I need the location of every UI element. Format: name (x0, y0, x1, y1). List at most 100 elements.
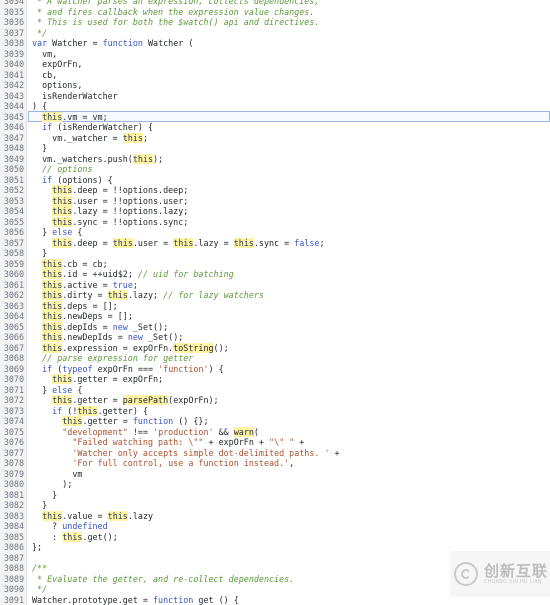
code-line[interactable]: 3040 expOrFn, (0, 59, 550, 70)
code-line[interactable]: 3082 } (0, 500, 550, 511)
code-line[interactable]: 3039 vm, (0, 49, 550, 60)
code-line[interactable]: 3069 if (typeof expOrFn === 'function') … (0, 364, 550, 375)
code-line[interactable]: 3070 this.getter = expOrFn; (0, 374, 550, 385)
code-token: this (62, 416, 82, 426)
code-line[interactable]: 3051 if (options) { (0, 175, 550, 186)
code-line[interactable]: 3046 if (isRenderWatcher) { (0, 122, 550, 133)
code-line[interactable]: 3035 * and fires callback when the expre… (0, 7, 550, 18)
code-line[interactable]: 3080 ); (0, 479, 550, 490)
code-line[interactable]: 3043 isRenderWatcher (0, 91, 550, 102)
code-token: this (108, 290, 128, 300)
code-token: // options (32, 164, 93, 174)
code-line[interactable]: 3076 "Failed watching path: \"" + expOrF… (0, 437, 550, 448)
code-line[interactable]: 3054 this.lazy = !!options.lazy; (0, 206, 550, 217)
code-token: ) { (209, 364, 224, 374)
code-line[interactable]: 3085 : this.get(); (0, 532, 550, 543)
code-token: this (52, 238, 72, 248)
code-line[interactable]: 3041 cb, (0, 70, 550, 81)
code-token: this (62, 532, 82, 542)
line-number: 3077 (0, 448, 27, 459)
code-line[interactable]: 3064 this.newDeps = []; (0, 311, 550, 322)
code-line[interactable]: 3078 'For full control, use a function i… (0, 458, 550, 469)
code-line[interactable]: 3042 options, (0, 80, 550, 91)
code-token: this (133, 154, 153, 164)
line-number: 3051 (0, 175, 27, 186)
code-line[interactable]: 3073 if (!this.getter) { (0, 406, 550, 417)
code-line[interactable]: 3079 vm (0, 469, 550, 480)
code-line[interactable]: 3066 this.newDepIds = new _Set(); (0, 332, 550, 343)
code-text: this.deps = []; (32, 301, 118, 312)
code-token: .expression = expOrFn. (62, 343, 173, 353)
code-line[interactable]: 3065 this.depIds = new _Set(); (0, 322, 550, 333)
line-number: 3086 (0, 542, 27, 553)
code-token: .vm = vm; (62, 112, 107, 122)
code-line[interactable]: 3036 * This is used for both the $watch(… (0, 17, 550, 28)
code-token: .sync = !!options.sync; (72, 217, 188, 227)
code-token: this (42, 259, 62, 269)
line-number: 3081 (0, 490, 27, 501)
code-text: expOrFn, (32, 59, 82, 70)
code-line[interactable]: 3056 } else { (0, 227, 550, 238)
code-token: this (42, 290, 62, 300)
code-line[interactable]: 3081 } (0, 490, 550, 501)
code-line[interactable]: 3067 this.expression = expOrFn.toString(… (0, 343, 550, 354)
code-line[interactable]: 3075 "development" !== 'production' && w… (0, 427, 550, 438)
code-token: } (32, 227, 52, 237)
code-line[interactable]: 3048 } (0, 143, 550, 154)
code-token: get () { (193, 595, 238, 605)
code-line[interactable]: 3072 this.getter = parsePath(expOrFn); (0, 395, 550, 406)
code-line[interactable]: 3071 } else { (0, 385, 550, 396)
code-line[interactable]: 3061 this.active = true; (0, 280, 550, 291)
code-token: * and fires callback when the expression… (32, 7, 314, 17)
code-line[interactable]: 3084 ? undefined (0, 521, 550, 532)
code-token: .lazy = !!options.lazy; (72, 206, 188, 216)
code-line[interactable]: 3083 this.value = this.lazy (0, 511, 550, 522)
code-text: */ (32, 28, 47, 39)
code-token: this (77, 406, 97, 416)
line-number: 3088 (0, 563, 27, 574)
line-number: 3091 (0, 595, 27, 605)
code-line[interactable]: 3045 this.vm = vm; (0, 112, 550, 123)
code-token: this (42, 511, 62, 521)
code-line[interactable]: 3037 */ (0, 28, 550, 39)
code-token (32, 364, 42, 374)
code-line[interactable]: 3055 this.sync = !!options.sync; (0, 217, 550, 228)
code-line[interactable]: 3058 } (0, 248, 550, 259)
code-token: (); (214, 343, 229, 353)
code-line[interactable]: 3077 'Watcher only accepts simple dot-de… (0, 448, 550, 459)
code-editor[interactable]: 3034 * A watcher parses an expression, c… (0, 0, 550, 605)
code-token (32, 406, 52, 416)
code-token: true (113, 280, 133, 290)
code-line[interactable]: 3052 this.deep = !!options.deep; (0, 185, 550, 196)
code-line[interactable]: 3038var Watcher = function Watcher ( (0, 38, 550, 49)
code-line[interactable]: 3050 // options (0, 164, 550, 175)
code-token (32, 311, 42, 321)
code-line[interactable]: 3063 this.deps = []; (0, 301, 550, 312)
code-line[interactable]: 3049 vm._watchers.push(this); (0, 154, 550, 165)
code-line[interactable]: 3068 // parse expression for getter (0, 353, 550, 364)
code-text: 'For full control, use a function instea… (32, 458, 294, 469)
code-token (32, 196, 52, 206)
code-token: vm._watcher = (32, 133, 123, 143)
code-line[interactable]: 3060 this.id = ++uid$2; // uid for batch… (0, 269, 550, 280)
code-line[interactable]: 3047 vm._watcher = this; (0, 133, 550, 144)
line-number: 3067 (0, 343, 27, 354)
code-line[interactable]: 3062 this.dirty = this.lazy; // for lazy… (0, 290, 550, 301)
code-text: } (32, 500, 47, 511)
code-token: warn (234, 427, 254, 437)
line-number: 3069 (0, 364, 27, 375)
code-token: 'Watcher only accepts simple dot-delimit… (72, 448, 329, 458)
line-number: 3083 (0, 511, 27, 522)
code-text: } (32, 143, 47, 154)
line-number: 3043 (0, 91, 27, 102)
code-line[interactable]: 3059 this.cb = cb; (0, 259, 550, 270)
code-line[interactable]: 3053 this.user = !!options.user; (0, 196, 550, 207)
code-token: this (52, 196, 72, 206)
code-token: Watcher.prototype.get = (32, 595, 153, 605)
code-text: * and fires callback when the expression… (32, 7, 314, 18)
code-line[interactable]: 3057 this.deep = this.user = this.lazy =… (0, 238, 550, 249)
line-number: 3041 (0, 70, 27, 81)
watermark-brand-en: CHUANG XIN HU LIAN (484, 579, 548, 586)
code-token (32, 437, 72, 447)
code-line[interactable]: 3074 this.getter = function () {}; (0, 416, 550, 427)
